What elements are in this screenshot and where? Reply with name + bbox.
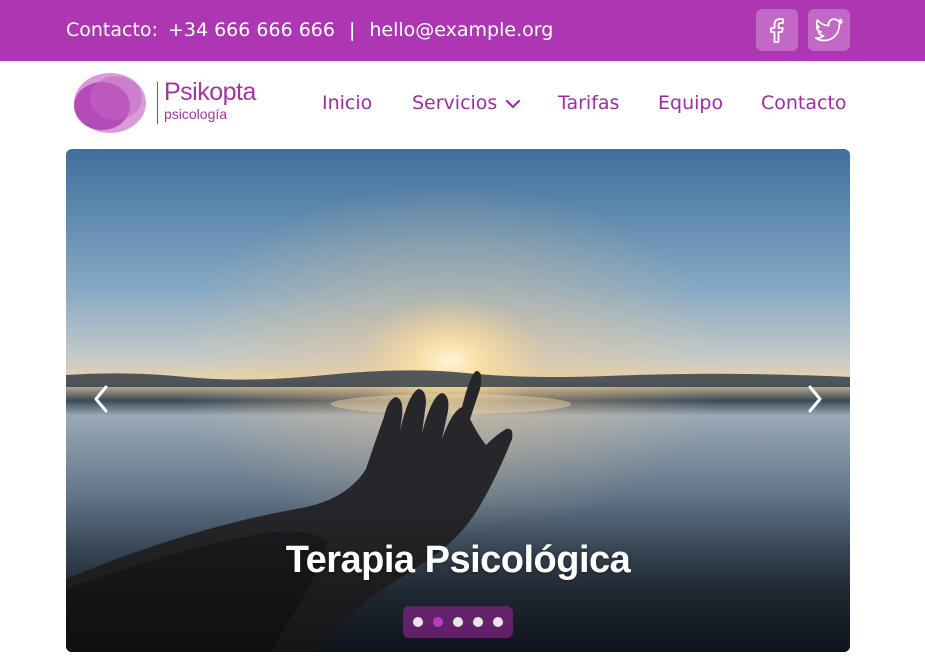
main-nav: Inicio Servicios Tarifas Equipo Contacto	[0, 92, 925, 120]
nav-item-label: Servicios	[412, 92, 498, 114]
chevron-down-icon	[505, 92, 521, 114]
contact-label: Contacto:	[66, 19, 158, 41]
nav-item-servicios[interactable]: Servicios	[412, 92, 521, 114]
carousel-dot-active[interactable]	[433, 617, 443, 627]
twitter-icon	[814, 18, 843, 42]
contact-separator: |	[348, 19, 356, 41]
nav-item-label: Contacto	[761, 92, 847, 114]
contact-bar: Contacto: +34 666 666 666 | hello@exampl…	[0, 0, 925, 61]
nav-item-contacto[interactable]: Contacto	[761, 92, 847, 114]
twitter-button[interactable]	[808, 9, 850, 51]
phone-link[interactable]: +34 666 666 666	[168, 19, 335, 41]
carousel-next-button[interactable]	[800, 381, 830, 417]
hero-carousel: Terapia Psicológica	[66, 149, 850, 652]
carousel-prev-button[interactable]	[86, 381, 116, 417]
carousel-dot[interactable]	[493, 617, 503, 627]
nav-item-tarifas[interactable]: Tarifas	[558, 92, 619, 114]
facebook-button[interactable]	[756, 9, 798, 51]
carousel-dot[interactable]	[413, 617, 423, 627]
slide-title: Terapia Psicológica	[285, 539, 631, 581]
nav-item-label: Inicio	[322, 92, 373, 114]
email-link[interactable]: hello@example.org	[369, 19, 553, 41]
nav-item-equipo[interactable]: Equipo	[658, 92, 723, 114]
nav-item-inicio[interactable]: Inicio	[322, 92, 372, 114]
chevron-left-icon	[94, 385, 108, 413]
nav-item-label: Equipo	[658, 92, 724, 114]
carousel-indicators	[403, 606, 513, 638]
chevron-right-icon	[808, 385, 822, 413]
contact-info: Contacto: +34 666 666 666 | hello@exampl…	[66, 17, 553, 43]
facebook-icon	[770, 18, 784, 43]
carousel-dot[interactable]	[453, 617, 463, 627]
nav-item-label: Tarifas	[558, 92, 620, 114]
carousel-dot[interactable]	[473, 617, 483, 627]
